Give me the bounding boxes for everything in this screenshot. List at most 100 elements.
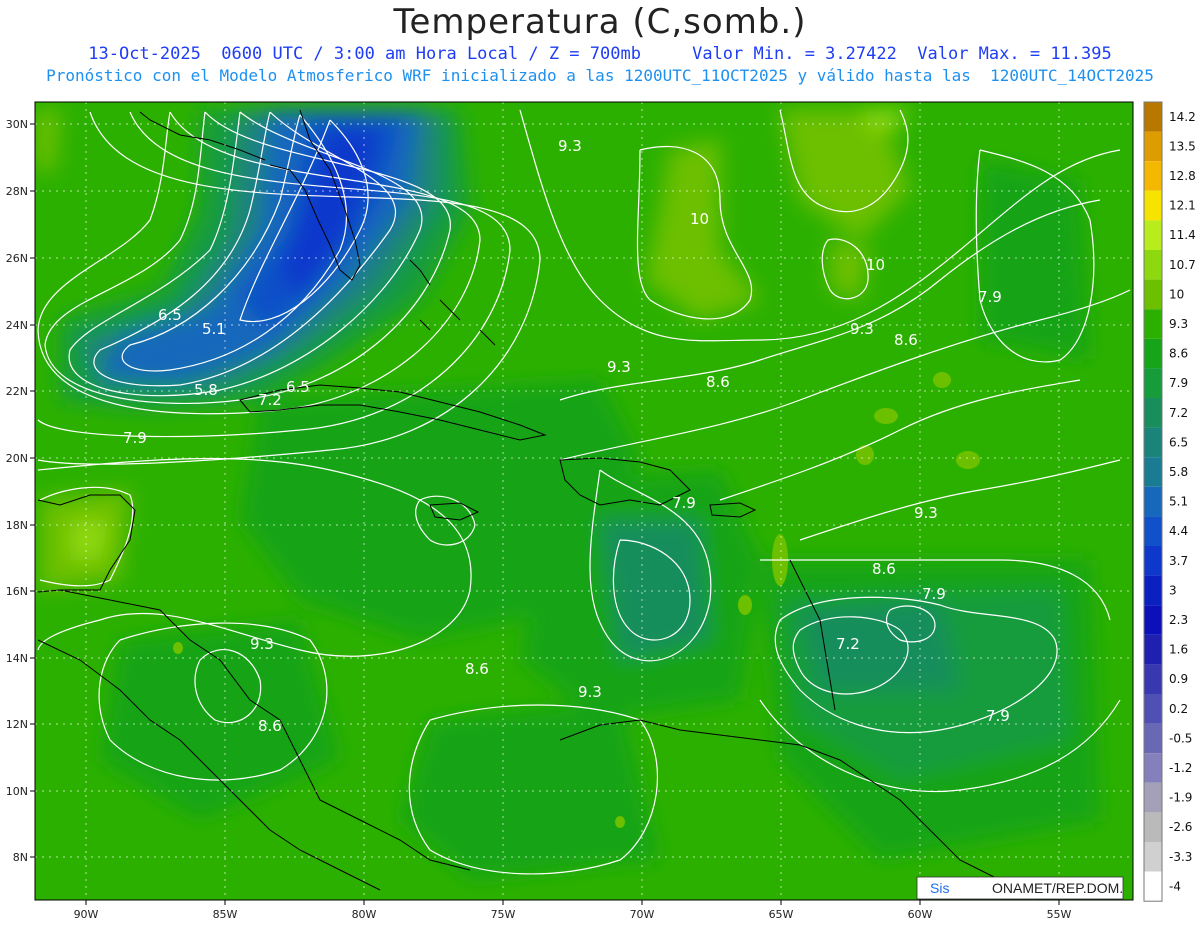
contour-label: 9.3 — [914, 504, 938, 522]
contour-label: 8.6 — [706, 373, 730, 391]
legend-label: -1.2 — [1169, 761, 1192, 775]
legend-swatch — [1144, 664, 1162, 694]
contour-label: 7.2 — [836, 635, 860, 653]
legend-swatch — [1144, 457, 1162, 487]
legend-swatch — [1144, 634, 1162, 665]
lat-label: 22N — [6, 385, 28, 398]
legend-label: 14.2 — [1169, 110, 1196, 124]
credit-suffix: ONAMET/REP.DOM. — [992, 880, 1123, 896]
legend-swatch — [1144, 842, 1162, 872]
lat-label: 14N — [6, 652, 28, 665]
lat-label: 26N — [6, 252, 28, 265]
legend-label: 1.6 — [1169, 643, 1188, 657]
lat-label: 30N — [6, 118, 28, 131]
legend-swatch — [1144, 694, 1162, 724]
contour-label: 7.9 — [123, 429, 147, 447]
legend-label: 9.3 — [1169, 317, 1188, 331]
contour-label: 10 — [866, 256, 885, 274]
legend-swatch — [1144, 220, 1162, 250]
legend-label: 7.9 — [1169, 376, 1188, 390]
legend-swatch — [1144, 575, 1162, 606]
contour-label: 6.5 — [158, 306, 182, 324]
credit-prefix: Sis — [930, 880, 949, 896]
legend-label: 0.2 — [1169, 702, 1188, 716]
lat-label: 12N — [6, 718, 28, 731]
legend-swatch — [1144, 605, 1162, 635]
contour-label: 9.3 — [578, 683, 602, 701]
legend-label: -2.6 — [1169, 820, 1192, 834]
lat-label: 24N — [6, 319, 28, 332]
contour-label: 8.6 — [258, 717, 282, 735]
legend-swatch — [1144, 338, 1162, 369]
latitude-axis: 30N 28N 26N 24N 22N 20N 18N 16N 14N 12N … — [6, 118, 35, 864]
contour-label: 9.3 — [558, 137, 582, 155]
contour-label: 8.6 — [465, 660, 489, 678]
legend-swatch — [1144, 131, 1162, 162]
lon-label: 80W — [352, 908, 377, 921]
legend-label: 3 — [1169, 583, 1177, 597]
legend-swatch — [1144, 486, 1162, 517]
contour-label: 6.5 — [286, 378, 310, 396]
legend-label: 10 — [1169, 287, 1184, 301]
contour-label: 7.9 — [978, 288, 1002, 306]
contour-label: 9.3 — [850, 320, 874, 338]
legend-swatch — [1144, 516, 1162, 546]
lon-label: 85W — [213, 908, 238, 921]
contour-label: 7.9 — [672, 494, 696, 512]
legend-label: 5.8 — [1169, 465, 1188, 479]
legend-swatch — [1144, 279, 1162, 310]
lat-label: 18N — [6, 519, 28, 532]
lat-label: 16N — [6, 585, 28, 598]
legend-label: 3.7 — [1169, 554, 1188, 568]
legend-label: 12.1 — [1169, 199, 1196, 213]
contour-label: 9.3 — [607, 358, 631, 376]
legend-swatch — [1144, 753, 1162, 783]
contour-label: 7.9 — [986, 707, 1010, 725]
lat-label: 8N — [13, 851, 28, 864]
legend-label: -3.3 — [1169, 850, 1192, 864]
lon-label: 60W — [908, 908, 933, 921]
legend-label: 0.9 — [1169, 672, 1188, 686]
legend-label: 8.6 — [1169, 347, 1188, 361]
legend-swatch — [1144, 250, 1162, 280]
legend-swatch — [1144, 368, 1162, 398]
legend-label: -0.5 — [1169, 731, 1192, 745]
contour-label: 8.6 — [872, 560, 896, 578]
temperature-map: 9.3 10 10 7.9 6.5 5.1 9.3 9.3 8.6 5.8 6.… — [6, 101, 1196, 921]
legend-swatch — [1144, 812, 1162, 842]
lon-label: 65W — [769, 908, 794, 921]
legend-swatch — [1144, 161, 1162, 191]
legend-label: 12.8 — [1169, 169, 1196, 183]
contour-label: 7.2 — [258, 391, 282, 409]
legend-swatch — [1144, 190, 1162, 221]
legend-swatch — [1144, 102, 1162, 132]
lon-label: 75W — [491, 908, 516, 921]
longitude-axis: 90W 85W 80W 75W 70W 65W 60W 55W — [74, 900, 1072, 921]
contour-label: 5.8 — [194, 381, 218, 399]
legend-swatch — [1144, 427, 1162, 458]
lat-label: 28N — [6, 185, 28, 198]
contour-label: 8.6 — [894, 331, 918, 349]
contour-label: 5.1 — [202, 320, 226, 338]
legend-swatch — [1144, 546, 1162, 576]
lon-label: 70W — [630, 908, 655, 921]
temperature-field: 9.3 10 10 7.9 6.5 5.1 9.3 9.3 8.6 5.8 6.… — [35, 102, 1133, 900]
lat-label: 10N — [6, 785, 28, 798]
legend-swatch — [1144, 309, 1162, 339]
color-legend: 14.2 13.5 12.8 12.1 11.4 10.7 10 9.3 8.6 7.9 7.2 6.… — [1143, 101, 1196, 902]
lat-label: 20N — [6, 452, 28, 465]
legend-label: -1.9 — [1169, 791, 1192, 805]
legend-label: 6.5 — [1169, 435, 1188, 449]
legend-label: 13.5 — [1169, 139, 1196, 153]
legend-swatch — [1144, 723, 1162, 754]
legend-label: -4 — [1169, 879, 1181, 893]
legend-label: 11.4 — [1169, 228, 1196, 242]
legend-label: 4.4 — [1169, 524, 1188, 538]
legend-label: 5.1 — [1169, 495, 1188, 509]
legend-swatch — [1144, 398, 1162, 428]
lon-label: 55W — [1047, 908, 1072, 921]
lon-label: 90W — [74, 908, 99, 921]
contour-label: 7.9 — [922, 585, 946, 603]
contour-label: 9.3 — [250, 635, 274, 653]
legend-swatch — [1144, 782, 1162, 813]
